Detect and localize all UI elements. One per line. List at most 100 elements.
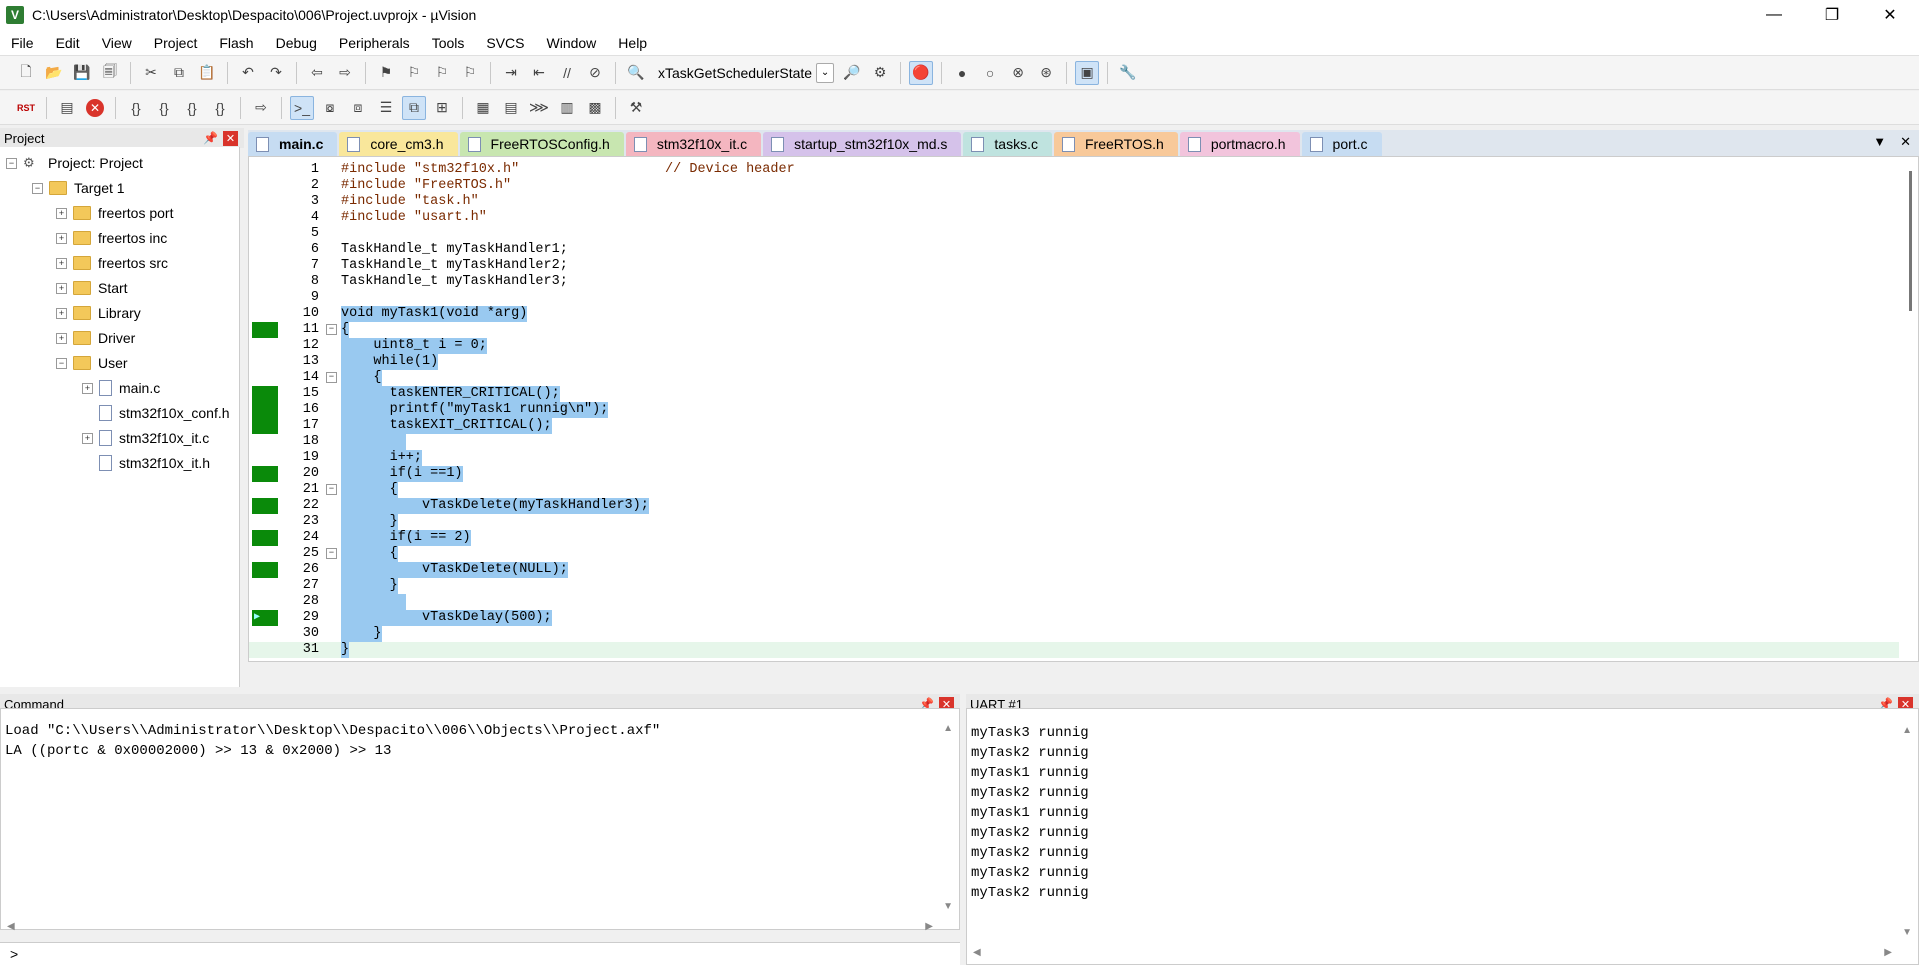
menu-view[interactable]: View [91, 35, 143, 51]
editor-vscrollbar[interactable] [1909, 171, 1912, 311]
uncomment-icon[interactable]: ⊘ [583, 61, 607, 85]
nav-back-icon[interactable]: ⇦ [305, 61, 329, 85]
tree-group[interactable]: + freertos src [56, 252, 168, 274]
configure-icon[interactable]: 🔧 [1116, 61, 1140, 85]
scroll-up-icon[interactable]: ▲ [943, 723, 953, 734]
prev-bookmark-icon[interactable]: ⚐ [402, 61, 426, 85]
bookmark-icon[interactable]: ⚑ [374, 61, 398, 85]
tab-startup-s[interactable]: startup_stm32f10x_md.s [763, 132, 962, 156]
enable-breakpoint-icon[interactable]: ○ [978, 61, 1002, 85]
menu-flash[interactable]: Flash [208, 35, 264, 51]
tab-freertos-h[interactable]: FreeRTOS.h [1053, 132, 1178, 156]
fold-icon[interactable]: − [326, 484, 337, 495]
expand-icon[interactable]: + [56, 307, 67, 319]
command-input[interactable]: > [0, 942, 960, 965]
fold-icon[interactable]: − [326, 372, 337, 383]
find-icon[interactable]: 🔎 [840, 61, 864, 85]
tree-group[interactable]: + Driver [56, 327, 135, 349]
trace-window-icon[interactable]: ▥ [555, 96, 579, 120]
close-button[interactable]: ✕ [1861, 0, 1919, 30]
tab-portmacro-h[interactable]: portmacro.h [1179, 132, 1300, 156]
expand-icon[interactable]: + [56, 282, 67, 294]
comment-icon[interactable]: // [555, 61, 579, 85]
restore-button[interactable]: ❐ [1803, 0, 1861, 30]
tree-file[interactable]: + stm32f10x_it.c [82, 427, 209, 449]
expand-icon[interactable]: + [82, 382, 93, 394]
toolbox-icon[interactable]: ⚒ [624, 96, 648, 120]
open-file-icon[interactable]: 📂 [42, 61, 66, 85]
debug-session-icon[interactable]: 🔴 [909, 60, 934, 85]
incremental-find-icon[interactable]: ⚙ [868, 61, 892, 85]
analysis-window-icon[interactable]: ⋙ [527, 96, 551, 120]
run-to-cursor-icon[interactable]: {} [208, 96, 232, 120]
tree-target[interactable]: − Target 1 [32, 177, 125, 199]
indent-icon[interactable]: ⇥ [499, 61, 523, 85]
expand-icon[interactable]: + [82, 432, 93, 444]
reset-icon[interactable]: RST [14, 96, 38, 120]
code-editor[interactable]: 1 #include "stm32f10x.h" // Device header… [248, 156, 1919, 662]
undo-icon[interactable]: ↶ [236, 61, 260, 85]
tab-port-c[interactable]: port.c [1301, 132, 1382, 156]
chevron-down-icon[interactable]: ⌄ [816, 62, 835, 83]
nav-forward-icon[interactable]: ⇨ [333, 61, 357, 85]
save-icon[interactable]: 💾 [70, 61, 94, 85]
step-out-icon[interactable]: {} [180, 96, 204, 120]
collapse-icon[interactable]: − [6, 157, 17, 169]
menu-help[interactable]: Help [607, 35, 658, 51]
tab-freertosconfig-h[interactable]: FreeRTOSConfig.h [459, 132, 624, 156]
next-bookmark-icon[interactable]: ⚐ [430, 61, 454, 85]
menu-window[interactable]: Window [536, 35, 608, 51]
menu-tools[interactable]: Tools [421, 35, 476, 51]
menu-project[interactable]: Project [143, 35, 209, 51]
watch-window-icon[interactable]: ⊞ [430, 96, 454, 120]
step-into-icon[interactable]: {} [124, 96, 148, 120]
tab-tasks-c[interactable]: tasks.c [963, 132, 1052, 156]
collapse-icon[interactable]: − [32, 182, 43, 194]
show-next-statement-icon[interactable]: ⇨ [249, 96, 273, 120]
expand-icon[interactable]: + [56, 232, 67, 244]
memory-window-icon[interactable]: ▦ [471, 96, 495, 120]
new-file-icon[interactable]: 🗋 [14, 61, 38, 85]
menu-edit[interactable]: Edit [45, 35, 91, 51]
close-tab-icon[interactable]: ✕ [1900, 134, 1911, 150]
close-panel-icon[interactable]: ✕ [223, 130, 238, 146]
tab-list-icon[interactable]: ▼ [1873, 134, 1886, 150]
fold-icon[interactable]: − [326, 548, 337, 559]
call-stack-window-icon[interactable]: ⧉ [402, 95, 426, 120]
expand-icon[interactable]: + [56, 257, 67, 269]
unindent-icon[interactable]: ⇤ [527, 61, 551, 85]
menu-svcs[interactable]: SVCS [475, 35, 535, 51]
symbols-window-icon[interactable]: ⧈ [346, 96, 370, 120]
collapse-icon[interactable]: − [56, 357, 67, 369]
window-layout-icon[interactable]: ▣ [1075, 60, 1100, 85]
kill-breakpoints-icon[interactable]: ⊛ [1034, 61, 1058, 85]
clear-bookmarks-icon[interactable]: ⚐ [458, 61, 482, 85]
disassembly-window-icon[interactable]: ⧇ [318, 96, 342, 120]
run-icon[interactable]: ▤ [55, 96, 79, 120]
tree-group[interactable]: − User [56, 352, 128, 374]
scroll-right-icon[interactable]: ▶ [925, 921, 933, 932]
tab-main-c[interactable]: main.c [248, 132, 338, 156]
save-all-icon[interactable]: 🗐 [98, 61, 122, 85]
tree-file[interactable]: stm32f10x_conf.h [99, 402, 230, 424]
registers-window-icon[interactable]: ☰ [374, 96, 398, 120]
system-viewer-icon[interactable]: ▩ [583, 96, 607, 120]
expand-icon[interactable]: + [56, 207, 67, 219]
uart-output[interactable]: myTask3 runnig myTask2 runnig myTask1 ru… [966, 708, 1919, 965]
menu-file[interactable]: File [0, 35, 45, 51]
fold-icon[interactable]: − [326, 324, 337, 335]
tree-project-root[interactable]: − ⚙ Project: Project [6, 152, 143, 174]
serial-window-icon[interactable]: ▤ [499, 96, 523, 120]
cut-icon[interactable]: ✂ [139, 61, 163, 85]
tree-file[interactable]: + main.c [82, 377, 160, 399]
expand-icon[interactable]: + [56, 332, 67, 344]
scroll-left-icon[interactable]: ◀ [7, 921, 15, 932]
tab-stm32f10x-it-c[interactable]: stm32f10x_it.c [625, 132, 762, 156]
tree-group[interactable]: + Start [56, 277, 128, 299]
redo-icon[interactable]: ↷ [264, 61, 288, 85]
tree-group[interactable]: + Library [56, 302, 141, 324]
stop-icon[interactable]: ✕ [83, 96, 107, 120]
tree-file[interactable]: stm32f10x_it.h [99, 452, 210, 474]
step-over-icon[interactable]: {} [152, 96, 176, 120]
menu-debug[interactable]: Debug [265, 35, 328, 51]
